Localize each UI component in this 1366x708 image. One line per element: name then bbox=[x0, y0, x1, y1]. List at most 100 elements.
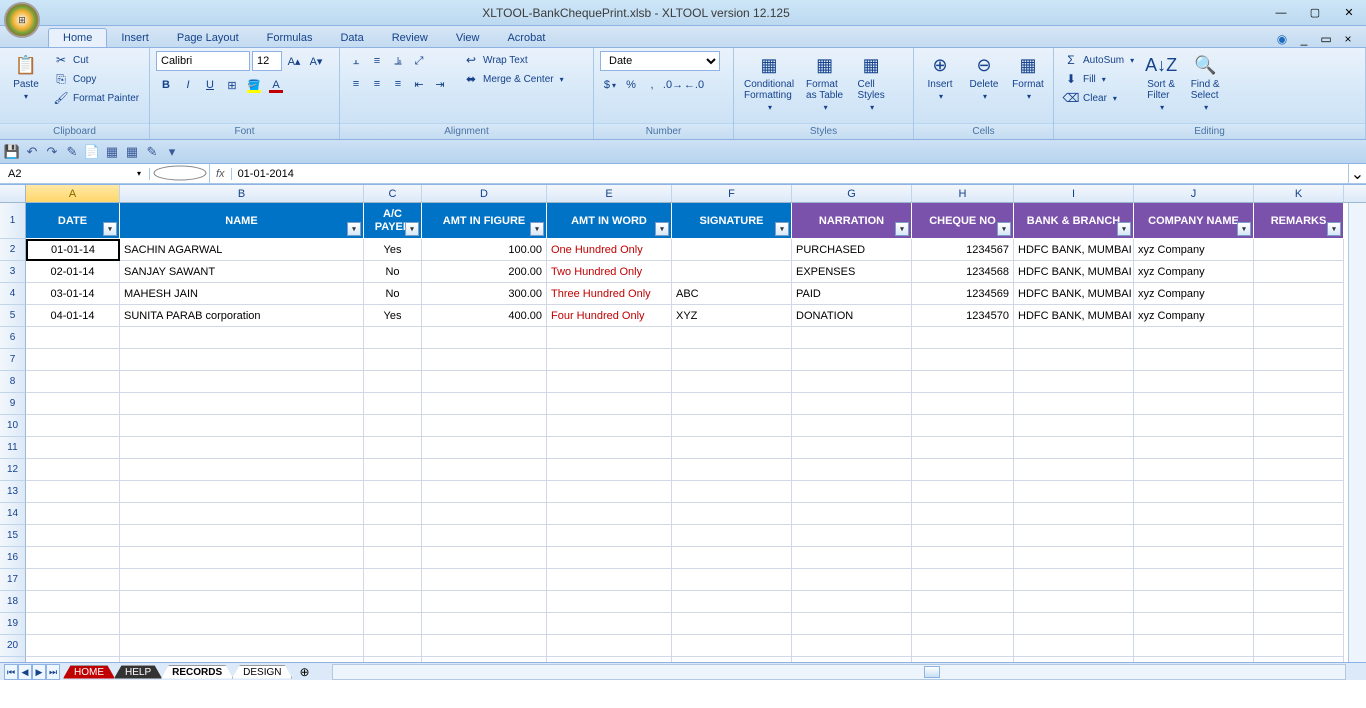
fill-color-button[interactable]: 🪣 bbox=[244, 75, 264, 95]
fx-icon[interactable]: fx bbox=[210, 168, 232, 180]
filter-date-button[interactable]: ▾ bbox=[103, 222, 117, 236]
border-button[interactable]: ⊞ bbox=[222, 75, 242, 95]
comma-button[interactable]: , bbox=[642, 75, 662, 95]
cell-word[interactable]: One Hundred Only bbox=[547, 239, 672, 261]
table-row[interactable]: 15 bbox=[0, 525, 1366, 547]
spreadsheet-grid[interactable]: A B C D E F G H I J K 1 DATE▾ NAME▾ A/C … bbox=[0, 184, 1366, 680]
qat-icon-5[interactable]: ✎ bbox=[144, 144, 160, 160]
col-header-f[interactable]: F bbox=[672, 185, 792, 202]
indent-inc-button[interactable]: ⇥ bbox=[430, 74, 450, 94]
qat-icon-4[interactable]: ▦ bbox=[124, 144, 140, 160]
cell-name[interactable]: SACHIN AGARWAL bbox=[120, 239, 364, 261]
cell-remarks[interactable] bbox=[1254, 305, 1344, 327]
format-painter-button[interactable]: 🖌Format Painter bbox=[50, 89, 142, 107]
col-header-c[interactable]: C bbox=[364, 185, 422, 202]
copy-button[interactable]: ⎘Copy bbox=[50, 70, 142, 88]
merge-center-button[interactable]: ⬌Merge & Center bbox=[460, 70, 567, 88]
cell-company[interactable]: xyz Company bbox=[1134, 239, 1254, 261]
filter-signature-button[interactable]: ▾ bbox=[775, 222, 789, 236]
currency-button[interactable]: $ bbox=[600, 75, 620, 95]
table-row[interactable]: 14 bbox=[0, 503, 1366, 525]
vertical-scrollbar[interactable] bbox=[1348, 203, 1366, 662]
table-row[interactable]: 12 bbox=[0, 459, 1366, 481]
cell-cheque[interactable]: 1234569 bbox=[912, 283, 1014, 305]
shrink-font-button[interactable]: A▾ bbox=[306, 51, 326, 71]
table-row[interactable]: 10 bbox=[0, 415, 1366, 437]
col-header-i[interactable]: I bbox=[1014, 185, 1134, 202]
table-row[interactable]: 20 bbox=[0, 635, 1366, 657]
cell-signature[interactable]: ABC bbox=[672, 283, 792, 305]
conditional-formatting-button[interactable]: ▦Conditional Formatting bbox=[740, 51, 798, 114]
cell-word[interactable]: Four Hundred Only bbox=[547, 305, 672, 327]
table-row[interactable]: 16 bbox=[0, 547, 1366, 569]
font-face-select[interactable] bbox=[156, 51, 250, 71]
cell-signature[interactable]: XYZ bbox=[672, 305, 792, 327]
new-sheet-icon[interactable]: ⊕ bbox=[296, 664, 312, 680]
select-all-corner[interactable] bbox=[0, 185, 26, 202]
align-right-button[interactable]: ≡ bbox=[388, 74, 408, 94]
tab-page-layout[interactable]: Page Layout bbox=[163, 29, 253, 47]
cell-payee[interactable]: No bbox=[364, 261, 422, 283]
cell-figure[interactable]: 100.00 bbox=[422, 239, 547, 261]
col-header-a[interactable]: A bbox=[26, 185, 120, 202]
cell-payee[interactable]: No bbox=[364, 283, 422, 305]
table-row[interactable]: 11 bbox=[0, 437, 1366, 459]
tab-review[interactable]: Review bbox=[378, 29, 442, 47]
row-header[interactable]: 18 bbox=[0, 591, 26, 613]
sheet-nav-prev[interactable]: ◀ bbox=[18, 664, 32, 680]
cell-figure[interactable]: 200.00 bbox=[422, 261, 547, 283]
cell-narration[interactable]: EXPENSES bbox=[792, 261, 912, 283]
help-icon[interactable]: ◉ bbox=[1274, 31, 1290, 47]
cell-name[interactable]: SANJAY SAWANT bbox=[120, 261, 364, 283]
table-row[interactable]: 2 01-01-14 SACHIN AGARWAL Yes 100.00 One… bbox=[0, 239, 1366, 261]
cell-cheque[interactable]: 1234570 bbox=[912, 305, 1014, 327]
table-row[interactable]: 17 bbox=[0, 569, 1366, 591]
row-header[interactable]: 16 bbox=[0, 547, 26, 569]
decrease-decimal-button[interactable]: ←.0 bbox=[684, 75, 704, 95]
filter-word-button[interactable]: ▾ bbox=[655, 222, 669, 236]
cell-signature[interactable] bbox=[672, 239, 792, 261]
row-header[interactable]: 14 bbox=[0, 503, 26, 525]
row-header[interactable]: 5 bbox=[0, 305, 26, 327]
cell-company[interactable]: xyz Company bbox=[1134, 305, 1254, 327]
filter-bank-button[interactable]: ▾ bbox=[1117, 222, 1131, 236]
qat-icon-2[interactable]: 📄 bbox=[84, 144, 100, 160]
row-header-1[interactable]: 1 bbox=[0, 203, 26, 239]
cell-company[interactable]: xyz Company bbox=[1134, 283, 1254, 305]
row-header[interactable]: 12 bbox=[0, 459, 26, 481]
sheet-nav-last[interactable]: ⏭ bbox=[46, 664, 60, 680]
sheet-tab-home[interactable]: HOME bbox=[63, 665, 115, 679]
cell-bank[interactable]: HDFC BANK, MUMBAI bbox=[1014, 261, 1134, 283]
filter-company-button[interactable]: ▾ bbox=[1237, 222, 1251, 236]
align-left-button[interactable]: ≡ bbox=[346, 74, 366, 94]
format-as-table-button[interactable]: ▦Format as Table bbox=[802, 51, 847, 114]
col-header-j[interactable]: J bbox=[1134, 185, 1254, 202]
col-header-g[interactable]: G bbox=[792, 185, 912, 202]
cell-narration[interactable]: DONATION bbox=[792, 305, 912, 327]
cell-company[interactable]: xyz Company bbox=[1134, 261, 1254, 283]
insert-cells-button[interactable]: ⊕Insert bbox=[920, 51, 960, 103]
col-header-k[interactable]: K bbox=[1254, 185, 1344, 202]
name-box[interactable]: A2▾ bbox=[0, 168, 150, 180]
cell-cheque[interactable]: 1234568 bbox=[912, 261, 1014, 283]
table-row[interactable]: 7 bbox=[0, 349, 1366, 371]
cell-narration[interactable]: PAID bbox=[792, 283, 912, 305]
tab-data[interactable]: Data bbox=[326, 29, 377, 47]
formula-expand-icon[interactable]: ⌄ bbox=[1348, 164, 1366, 184]
row-header[interactable]: 4 bbox=[0, 283, 26, 305]
cell-name[interactable]: MAHESH JAIN bbox=[120, 283, 364, 305]
wrap-text-button[interactable]: ↩Wrap Text bbox=[460, 51, 567, 69]
ribbon-close-icon[interactable]: × bbox=[1340, 31, 1356, 47]
hscroll-thumb[interactable] bbox=[924, 666, 940, 678]
tab-insert[interactable]: Insert bbox=[107, 29, 163, 47]
cell-figure[interactable]: 400.00 bbox=[422, 305, 547, 327]
maximize-button[interactable]: ▢ bbox=[1302, 4, 1328, 22]
fill-button[interactable]: ⬇Fill bbox=[1060, 70, 1137, 88]
cell-bank[interactable]: HDFC BANK, MUMBAI bbox=[1014, 239, 1134, 261]
row-header[interactable]: 20 bbox=[0, 635, 26, 657]
indent-dec-button[interactable]: ⇤ bbox=[409, 74, 429, 94]
row-header[interactable]: 10 bbox=[0, 415, 26, 437]
sheet-tab-records[interactable]: RECORDS bbox=[161, 665, 233, 679]
row-header[interactable]: 9 bbox=[0, 393, 26, 415]
table-row[interactable]: 8 bbox=[0, 371, 1366, 393]
